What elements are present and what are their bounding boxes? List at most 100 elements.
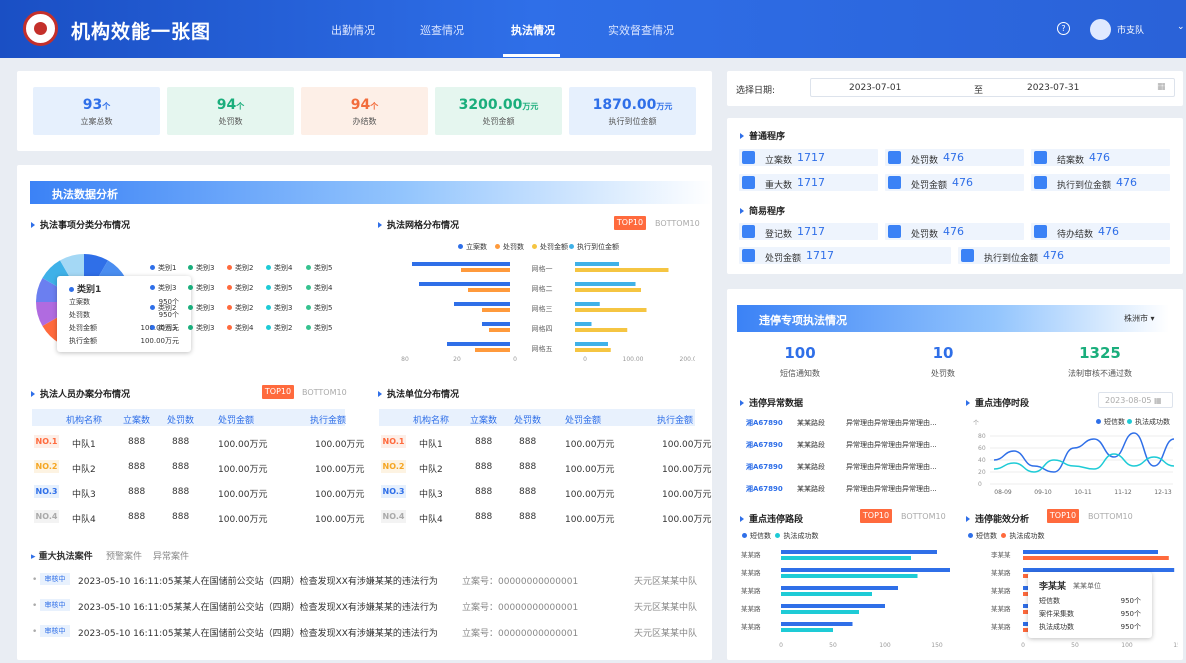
pie-legend-item[interactable]: 类别3 (188, 323, 214, 333)
table-header-cell: 处罚金额 (565, 416, 602, 426)
tooltip2-row-label: 案件采集数 (1039, 610, 1074, 618)
pie-legend-item[interactable]: 类别2 (227, 303, 253, 313)
table-cell: 100.00万元 (662, 515, 712, 525)
cases-tab-abnormal[interactable]: 异常案件 (153, 549, 189, 562)
pie-legend-item[interactable]: 类别3 (266, 303, 292, 313)
eff-bottom10-toggle[interactable]: BOTTOM10 (1088, 512, 1133, 521)
pie-legend-item[interactable]: 类别1 (150, 263, 176, 273)
pie-legend-item[interactable]: 类别4 (266, 263, 292, 273)
special-stat-value: 10 (932, 344, 954, 362)
pie-legend-item[interactable]: 类别3 (188, 303, 214, 313)
pie-legend-item[interactable]: 类别4 (227, 323, 253, 333)
cases-tab-warning[interactable]: 预警案件 (106, 549, 142, 562)
grid-legend-item[interactable]: 执行到位金额 (569, 242, 619, 252)
eff-top10-toggle[interactable]: TOP10 (1047, 509, 1079, 523)
grid-bottom10-toggle[interactable]: BOTTOM10 (655, 219, 700, 228)
case-bullet: • (32, 575, 38, 585)
pie-legend-item[interactable]: 类别2 (227, 283, 253, 293)
cases-tab-major[interactable]: ▸ 重大执法案件 (31, 549, 93, 562)
abnormal-reason: 异常理由异常理由异常理由... (846, 485, 937, 493)
pie-legend-item[interactable]: 类别5 (306, 263, 332, 273)
bar-category-label: 某某路 (991, 568, 1011, 577)
grid-top10-toggle[interactable]: TOP10 (614, 216, 646, 230)
tab-inspection[interactable]: 实效督查情况 (608, 22, 674, 38)
period-date-picker[interactable]: 2023-08-05 ▦ (1098, 392, 1173, 408)
pie-legend-item[interactable]: 类别3 (150, 323, 176, 333)
proc-label: 待办结数 (1057, 230, 1094, 240)
pie-legend-item[interactable]: 类别5 (306, 323, 332, 333)
date-end[interactable]: 2023-07-31 (1027, 83, 1079, 93)
case-number: 立案号：00000000000001 (462, 577, 579, 587)
plate-number[interactable]: 湘A67890 (746, 418, 783, 428)
tab-patrol[interactable]: 巡查情况 (420, 22, 464, 38)
grid-bar (482, 322, 510, 326)
pie-legend-item[interactable]: 类别3 (150, 283, 176, 293)
case-text[interactable]: 2023-05-10 16:11:05某某人在国储前公交站（四期）检查发现XX有… (78, 626, 438, 639)
abnormal-reason: 异常理由异常理由异常理由... (846, 419, 937, 427)
pie-title: 执法事项分类分布情况 (31, 218, 130, 231)
pie-legend-item[interactable]: 类别2 (227, 263, 253, 273)
proc-value: 1717 (797, 151, 825, 164)
pie-legend-item[interactable]: 类别3 (188, 283, 214, 293)
case-text[interactable]: 2023-05-10 16:11:05某某人在国储前公交站（四期）检查发现XX有… (78, 600, 438, 613)
kpi-label: 处罚数 (218, 117, 243, 126)
pie-legend-item[interactable]: 类别2 (266, 323, 292, 333)
grid-bar (475, 348, 510, 352)
grid-legend-item[interactable]: 处罚数 (495, 242, 524, 252)
table-cell: 100.00万元 (218, 515, 268, 525)
road-title: 重点违停路段 (740, 512, 803, 525)
bar (781, 574, 918, 578)
line-x-tick: 08-09 (994, 489, 1012, 496)
road-top10-toggle[interactable]: TOP10 (860, 509, 892, 523)
person-bottom10-toggle[interactable]: BOTTOM10 (302, 388, 347, 397)
tab-enforcement[interactable]: 执法情况 (511, 22, 555, 38)
proc-doc-icon (888, 151, 901, 164)
unit-title: 执法单位分布情况 (378, 387, 459, 400)
grid-bar (575, 322, 592, 326)
tooltip-row-label: 执行金额 (69, 337, 97, 345)
kpi-card: 94个 处罚数 (167, 87, 294, 135)
bar-x-tick: 0 (779, 642, 783, 649)
plate-number[interactable]: 湘A67890 (746, 440, 783, 450)
calendar-icon[interactable]: ▦ (1157, 82, 1166, 92)
road-bottom10-toggle[interactable]: BOTTOM10 (901, 512, 946, 521)
user-name[interactable]: 市支队 (1117, 23, 1144, 36)
grid-legend-item[interactable]: 立案数 (458, 242, 487, 252)
case-text[interactable]: 2023-05-10 16:11:05某某人在国储前公交站（四期）检查发现XX有… (78, 574, 438, 587)
rank-badge: NO.1 (34, 435, 59, 448)
pie-legend-item[interactable]: 类别4 (306, 283, 332, 293)
tab-attendance[interactable]: 出勤情况 (331, 22, 375, 38)
bar-category-label: 某某路 (991, 604, 1011, 613)
bar-x-tick: 150 (1173, 642, 1178, 649)
road-legend: 短信数 执法成功数 (742, 531, 818, 541)
grid-bar (482, 308, 510, 312)
efficiency-tooltip: 李某某 某某单位 短信数 950个 案件采集数 950个 执法成功数 950个 (1028, 572, 1152, 638)
person-top10-toggle[interactable]: TOP10 (262, 385, 294, 399)
date-start[interactable]: 2023-07-01 (849, 83, 901, 93)
pie-legend-item[interactable]: 类别2 (150, 303, 176, 313)
pie-legend-item[interactable]: 类别5 (266, 283, 292, 293)
abnormal-road: 某某路段 (797, 463, 825, 471)
avatar[interactable] (1090, 19, 1111, 40)
line-y-tick: 20 (978, 469, 986, 476)
bar-x-tick: 100 (1121, 642, 1133, 649)
plate-number[interactable]: 湘A67890 (746, 484, 783, 494)
table-header-cell: 机构名称 (413, 416, 450, 426)
plate-number[interactable]: 湘A67890 (746, 462, 783, 472)
table-cell: 中队3 (72, 490, 96, 500)
abnormal-reason: 异常理由异常理由异常理由... (846, 441, 937, 449)
bar (781, 586, 898, 590)
pie-legend-item[interactable]: 类别5 (306, 303, 332, 313)
special-stat-label: 法制审核不通过数 (1068, 369, 1132, 378)
special-stat-label: 短信通知数 (780, 369, 820, 378)
help-icon[interactable]: ? (1057, 22, 1070, 35)
pie-legend-item[interactable]: 类别3 (188, 263, 214, 273)
rank-badge: NO.4 (381, 510, 406, 523)
line-series (993, 432, 1175, 473)
city-select[interactable]: 株洲市 ▾ (1124, 313, 1155, 324)
table-cell: 888 (172, 437, 190, 447)
case-status-badge: 审核中 (40, 573, 70, 585)
case-area: 天元区某某中队 (634, 577, 698, 587)
chevron-down-icon[interactable]: ⌄ (1177, 22, 1185, 32)
grid-legend-item[interactable]: 处罚金额 (532, 242, 568, 252)
